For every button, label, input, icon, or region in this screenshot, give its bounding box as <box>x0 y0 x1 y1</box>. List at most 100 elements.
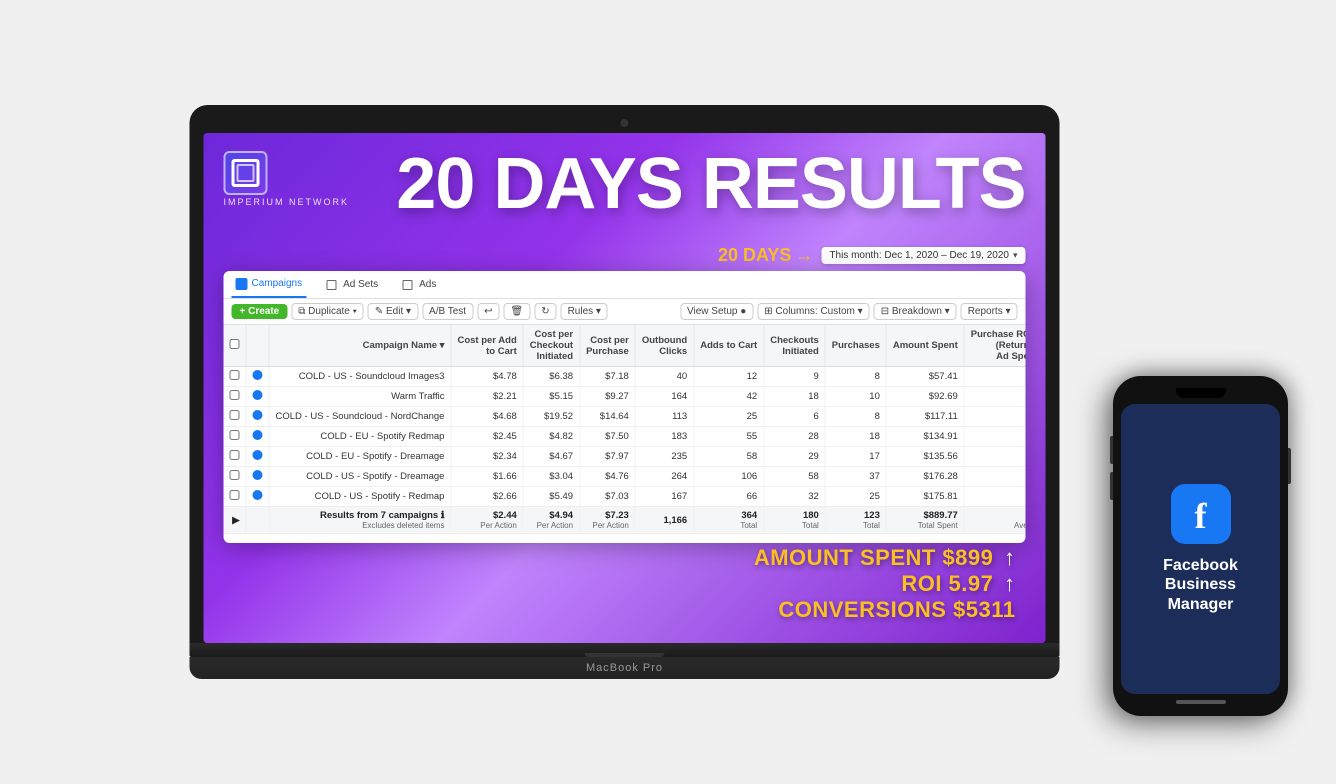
row-checkbox[interactable] <box>224 427 247 447</box>
row-checkbox[interactable] <box>224 447 247 467</box>
reports-button[interactable]: Reports ▾ <box>961 303 1018 320</box>
phone-brand-line3: Manager <box>1163 595 1238 614</box>
row-checkbox[interactable] <box>224 407 247 427</box>
table-row[interactable]: COLD - US - Spotify - Redmap $2.66 $5.49… <box>224 487 1026 507</box>
total-label: Results from 7 campaigns ℹExcludes delet… <box>269 507 451 534</box>
row-adds: 66 <box>694 487 764 507</box>
total-purchases: 123Total <box>825 507 886 534</box>
row-campaign-name[interactable]: COLD - US - Soundcloud Images3 <box>269 367 451 387</box>
select-all-header[interactable] <box>224 325 247 367</box>
table-row[interactable]: COLD - US - Soundcloud Images3 $4.78 $6.… <box>224 367 1026 387</box>
row-adds: 25 <box>694 407 764 427</box>
row-clicks: 264 <box>635 467 693 487</box>
conversions-stat: CONVERSIONS $5311 <box>778 597 1015 623</box>
table-row[interactable]: COLD - EU - Spotify Redmap $2.45 $4.82 $… <box>224 427 1026 447</box>
row-purchases: 8 <box>825 367 886 387</box>
amount-spent-stat: AMOUNT SPENT $899 ↑ <box>754 545 1016 571</box>
row-roas: 5.43 <box>964 447 1025 467</box>
row-cpp: $7.97 <box>580 447 636 467</box>
row-purchases: 8 <box>825 407 886 427</box>
table-row[interactable]: COLD - US - Soundcloud - NordChange $4.6… <box>224 407 1026 427</box>
campaigns-label: Campaigns <box>252 278 303 289</box>
ads-icon <box>402 280 412 290</box>
row-status <box>246 487 269 507</box>
row-adds: 55 <box>694 427 764 447</box>
campaign-name-header: Campaign Name ▾ <box>269 325 451 367</box>
date-text-display: This month: Dec 1, 2020 – Dec 19, 2020 <box>829 250 1009 261</box>
row-cpc: $5.15 <box>523 387 579 407</box>
table-row[interactable]: COLD - US - Spotify - Dreamage $1.66 $3.… <box>224 467 1026 487</box>
row-checkbox[interactable] <box>224 467 247 487</box>
total-cpp: $7.23Per Action <box>580 507 636 534</box>
status-header <box>246 325 269 367</box>
view-setup-button[interactable]: View Setup ● <box>680 303 753 320</box>
row-campaign-name[interactable]: COLD - US - Spotify - Dreamage <box>269 467 451 487</box>
row-cpp: $9.27 <box>580 387 636 407</box>
phone-notch <box>1176 388 1226 398</box>
row-cpa: $2.45 <box>451 427 523 447</box>
row-campaign-name[interactable]: COLD - EU - Spotify - Dreamage <box>269 447 451 467</box>
row-roas: 9.58 <box>964 467 1025 487</box>
laptop-hinge <box>190 643 1060 657</box>
phone-power <box>1288 448 1291 484</box>
row-checkbox[interactable] <box>224 367 247 387</box>
row-purchases: 25 <box>825 487 886 507</box>
row-checkouts: 9 <box>764 367 826 387</box>
scene: IMPERIUM NETWORK 20 DAYS RESULTS 20 DAYS… <box>0 0 1336 784</box>
row-status <box>246 387 269 407</box>
total-empty <box>246 507 269 534</box>
row-spent: $175.81 <box>886 487 964 507</box>
row-checkouts: 29 <box>764 447 826 467</box>
duplicate-button[interactable]: ⧉ Duplicate ▾ <box>291 303 364 320</box>
row-campaign-name[interactable]: COLD - US - Spotify - Redmap <box>269 487 451 507</box>
tab-campaigns[interactable]: Campaigns <box>232 271 307 298</box>
total-expand[interactable]: ▶ <box>224 507 247 534</box>
roas-header: Purchase ROAS(Return onAd Spend) <box>964 325 1025 367</box>
total-cpa: $2.44Per Action <box>451 507 523 534</box>
total-spent: $889.77Total Spent <box>886 507 964 534</box>
total-adds: 364Total <box>694 507 764 534</box>
phone-home-indicator <box>1176 700 1226 704</box>
campaigns-table: Campaign Name ▾ Cost per Addto Cart Cost… <box>224 325 1026 534</box>
phone-brand-text: Facebook Business Manager <box>1163 556 1238 614</box>
ab-test-button[interactable]: A/B Test <box>422 303 473 320</box>
amount-spent-header: Amount Spent <box>886 325 964 367</box>
columns-button[interactable]: ⊞ Columns: Custom ▾ <box>757 303 869 320</box>
table-row[interactable]: Warm Traffic $2.21 $5.15 $9.27 164 42 18… <box>224 387 1026 407</box>
phone: f Facebook Business Manager <box>1113 376 1288 716</box>
row-checkbox[interactable] <box>224 487 247 507</box>
row-cpa: $2.21 <box>451 387 523 407</box>
row-spent: $57.41 <box>886 367 964 387</box>
laptop: IMPERIUM NETWORK 20 DAYS RESULTS 20 DAYS… <box>190 105 1060 679</box>
row-cpc: $5.49 <box>523 487 579 507</box>
logo-area: IMPERIUM NETWORK <box>224 151 350 207</box>
cost-purchase-header: Cost perPurchase <box>580 325 636 367</box>
row-campaign-name[interactable]: COLD - US - Soundcloud - NordChange <box>269 407 451 427</box>
row-clicks: 235 <box>635 447 693 467</box>
date-dropdown-icon[interactable]: ▾ <box>1013 250 1018 261</box>
outbound-clicks-header: OutboundClicks <box>635 325 693 367</box>
edit-button[interactable]: ✎ Edit ▾ <box>368 303 418 320</box>
total-roas: 5.97Average <box>964 507 1025 534</box>
row-cpc: $3.04 <box>523 467 579 487</box>
laptop-screen: IMPERIUM NETWORK 20 DAYS RESULTS 20 DAYS… <box>204 133 1046 643</box>
row-cpa: $4.68 <box>451 407 523 427</box>
row-campaign-name[interactable]: COLD - EU - Spotify Redmap <box>269 427 451 447</box>
row-cpc: $6.38 <box>523 367 579 387</box>
breakdown-button[interactable]: ⊟ Breakdown ▾ <box>874 303 957 320</box>
table-row[interactable]: COLD - EU - Spotify - Dreamage $2.34 $4.… <box>224 447 1026 467</box>
row-status <box>246 467 269 487</box>
row-checkbox[interactable] <box>224 387 247 407</box>
undo-button[interactable]: ↩ <box>477 303 499 320</box>
rules-button[interactable]: Rules ▾ <box>561 303 608 320</box>
row-campaign-name[interactable]: Warm Traffic <box>269 387 451 407</box>
row-purchases: 10 <box>825 387 886 407</box>
refresh-button[interactable]: ↻ <box>534 303 556 320</box>
delete-button[interactable]: 🗑 <box>503 303 530 320</box>
laptop-bezel: IMPERIUM NETWORK 20 DAYS RESULTS 20 DAYS… <box>190 105 1060 643</box>
create-button[interactable]: + Create <box>232 304 288 319</box>
tab-adsets[interactable]: Ad Sets <box>322 279 382 290</box>
ads-label: Ads <box>419 279 436 290</box>
tab-ads[interactable]: Ads <box>398 279 440 290</box>
row-adds: 106 <box>694 467 764 487</box>
